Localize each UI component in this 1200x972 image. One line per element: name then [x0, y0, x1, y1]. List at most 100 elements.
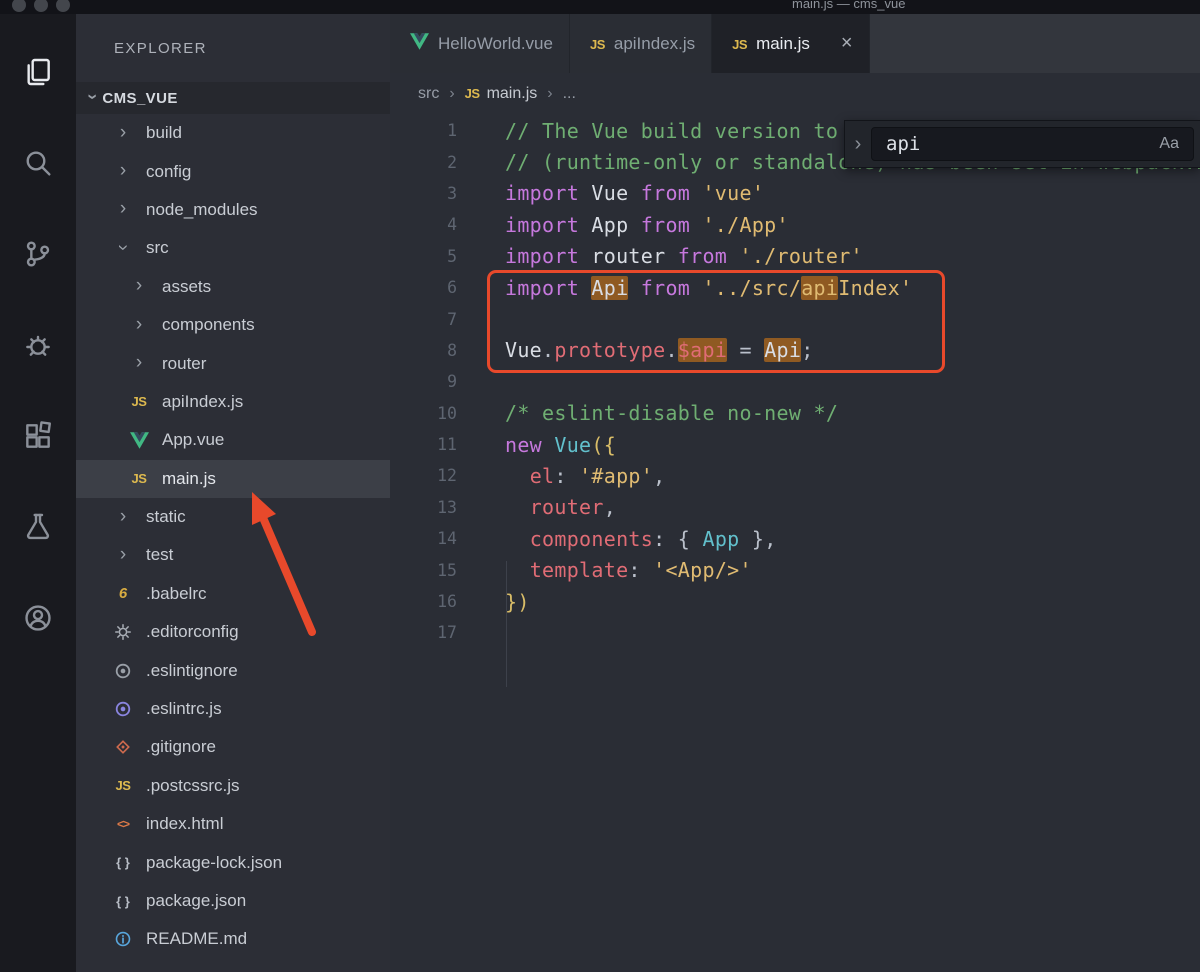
code-line-17: 17 [390, 617, 1200, 648]
tree-item-static[interactable]: › static [76, 498, 390, 536]
code-line-9: 9 [390, 366, 1200, 397]
tree-item-node-modules[interactable]: › node_modules [76, 191, 390, 229]
source-control-icon[interactable] [0, 208, 76, 299]
tab-helloworld-vue[interactable]: HelloWorld.vue [390, 14, 570, 73]
code-line-13: 13 router, [390, 492, 1200, 523]
code-line-16: 16}) [390, 586, 1200, 617]
window-title: main.js — cms_vue [792, 0, 906, 11]
tree-item-label: node_modules [146, 199, 258, 219]
vue-file-icon [126, 432, 152, 449]
tree-item-label: build [146, 123, 182, 143]
babel-file-icon: 6 [118, 585, 128, 603]
breadcrumb-label: src [418, 85, 440, 102]
line-number: 7 [447, 309, 457, 329]
activity-bar [0, 14, 76, 972]
tree-item--postcssrc-js[interactable]: JS .postcssrc.js [76, 767, 390, 805]
json-file-icon: { } [116, 893, 130, 909]
code-text: import App from './App' [505, 212, 789, 237]
search-icon[interactable] [0, 117, 76, 208]
tree-item-label: .postcssrc.js [146, 775, 240, 795]
tree-item-apiindex-js[interactable]: JS apiIndex.js [76, 383, 390, 421]
traffic-light-close[interactable] [12, 0, 26, 12]
json-file-icon: { } [116, 855, 130, 871]
line-number: 16 [437, 592, 457, 612]
code-text: components: { App }, [529, 526, 777, 551]
tree-item-build[interactable]: › build [76, 114, 390, 152]
breadcrumb-separator: › [547, 85, 553, 102]
tree-item-config[interactable]: › config [76, 152, 390, 190]
info-file-icon [110, 930, 136, 948]
explorer-header: EXPLORER [114, 40, 207, 57]
tree-item-package-json[interactable]: { } package.json [76, 882, 390, 920]
find-match-highlight: Api [764, 338, 802, 363]
tree-item-label: .editorconfig [146, 622, 239, 642]
chevron-right-icon: › [119, 160, 127, 182]
tree-item--babelrc[interactable]: 6 .babelrc [76, 575, 390, 613]
tree-item--gitignore[interactable]: .gitignore [76, 728, 390, 766]
line-number: 12 [437, 466, 457, 486]
tree-item-label: main.js [162, 468, 216, 488]
find-toggle-chevron-icon[interactable]: › [845, 133, 871, 156]
tree-item--editorconfig[interactable]: .editorconfig [76, 613, 390, 651]
code-line-4: 4 import App from './App' [390, 209, 1200, 240]
line-number: 13 [437, 497, 457, 517]
code-text: }) [505, 589, 530, 614]
tree-item-label: test [146, 545, 174, 565]
find-input[interactable]: api Aa [871, 127, 1194, 161]
tree-item-label: .eslintignore [146, 660, 238, 680]
breadcrumb-label: ... [562, 85, 576, 102]
tree-item-components[interactable]: › components [76, 306, 390, 344]
line-number: 2 [447, 152, 457, 172]
tree-item-assets[interactable]: › assets [76, 268, 390, 306]
tree-item-label: .babelrc [146, 583, 207, 603]
line-number: 15 [437, 560, 457, 580]
code-text: new Vue({ [505, 432, 617, 457]
title-bar: main.js — cms_vue [0, 0, 1200, 14]
code-text: import router from './router' [505, 244, 863, 269]
chevron-down-icon: › [83, 93, 104, 101]
explorer-icon[interactable] [0, 26, 76, 117]
line-number: 5 [447, 246, 457, 266]
project-section-header[interactable]: › CMS_VUE [76, 82, 390, 114]
indent-guide [506, 561, 507, 687]
line-number: 11 [437, 435, 457, 455]
code-line-10: 10 /* eslint-disable no-new */ [390, 398, 1200, 429]
tree-item-test[interactable]: › test [76, 536, 390, 574]
tree-item-index-html[interactable]: <> index.html [76, 805, 390, 843]
tree-item-label: index.html [146, 814, 224, 834]
line-number: 9 [447, 372, 457, 392]
find-match-highlight: $api [677, 338, 728, 363]
tree-item-label: package.json [146, 891, 247, 910]
tree-item-label: assets [162, 276, 212, 296]
breadcrumb-item-src[interactable]: src [418, 85, 439, 103]
code-area[interactable]: 1// The Vue build version to load with t… [390, 115, 1200, 687]
tree-item-src[interactable]: › src [76, 229, 390, 267]
line-number: 4 [447, 215, 457, 235]
account-icon[interactable] [0, 572, 76, 663]
tree-item-app-vue[interactable]: App.vue [76, 421, 390, 459]
tree-item-label: README.md [146, 929, 248, 949]
find-match-highlight: api [801, 275, 839, 300]
tree-item-label: App.vue [162, 430, 225, 450]
close-icon[interactable]: × [841, 32, 853, 55]
tree-item-main-js[interactable]: JS main.js [76, 459, 390, 498]
tree-item-router[interactable]: › router [76, 344, 390, 382]
traffic-light-zoom[interactable] [56, 0, 70, 12]
tab-main-js[interactable]: JS main.js × [712, 14, 870, 73]
tree-item--eslintrc-js[interactable]: .eslintrc.js [76, 690, 390, 728]
line-number: 8 [447, 340, 457, 360]
tree-item-label: .eslintrc.js [146, 699, 222, 719]
match-case-button[interactable]: Aa [1159, 135, 1179, 153]
tree-item-readme-md[interactable]: README.md [76, 920, 390, 958]
debug-icon[interactable] [0, 299, 76, 390]
extensions-icon[interactable] [0, 390, 76, 481]
chevron-right-icon: › [135, 352, 143, 374]
tree-item--eslintignore[interactable]: .eslintignore [76, 651, 390, 689]
eslint-gray-file-icon [110, 662, 136, 680]
test-beaker-icon[interactable] [0, 481, 76, 572]
traffic-light-minimize[interactable] [34, 0, 48, 12]
tree-item-package-lock-json[interactable]: { } package-lock.json [76, 843, 390, 881]
tab-apiindex-js[interactable]: JS apiIndex.js [569, 14, 713, 73]
breadcrumb-item--[interactable]: ... [563, 85, 576, 103]
breadcrumb-item-main-js[interactable]: JS main.js [465, 85, 538, 103]
